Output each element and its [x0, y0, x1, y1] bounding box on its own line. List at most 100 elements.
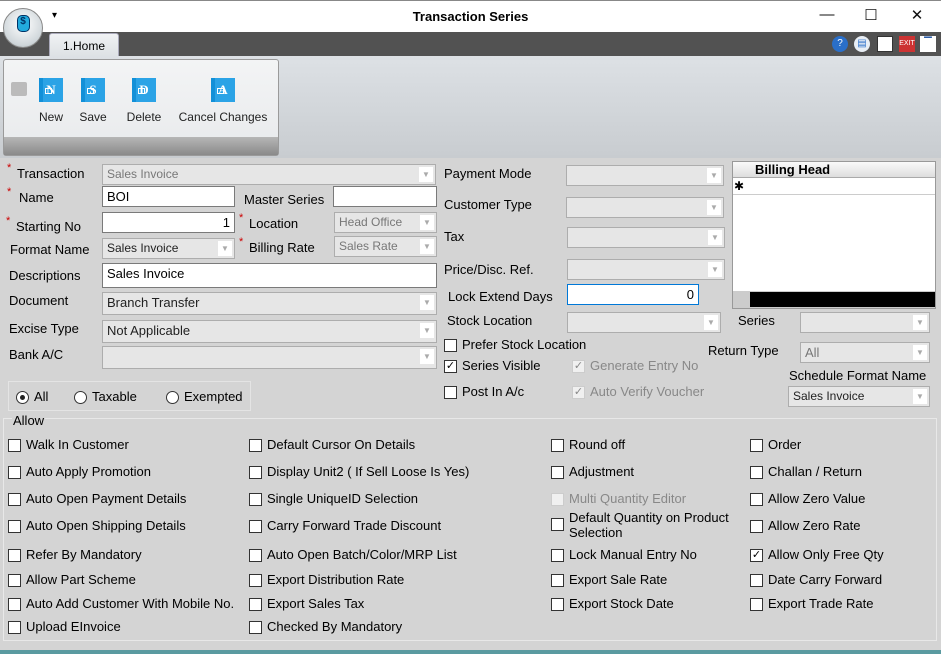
document-select[interactable]: Branch Transfer ▼	[102, 292, 437, 315]
allow-checkbox-single-uniqueid-selection[interactable]: Single UniqueID Selection	[249, 491, 418, 509]
allow-checkbox-auto-add-customer-with-mobile-no[interactable]: Auto Add Customer With Mobile No.	[8, 596, 234, 614]
allow-checkbox-display-unit2-if-sell-loose-is-yes[interactable]: Display Unit2 ( If Sell Loose Is Yes)	[249, 464, 469, 482]
billing-rate-select[interactable]: Sales Rate ▼	[334, 236, 437, 257]
save-button[interactable]: S Save	[76, 78, 110, 124]
allow-checkbox-adjustment[interactable]: Adjustment	[551, 464, 634, 482]
new-button[interactable]: N New	[34, 78, 68, 124]
allow-checkbox-export-stock-date[interactable]: Export Stock Date	[551, 596, 674, 614]
allow-checkbox-default-cursor-on-details[interactable]: Default Cursor On Details	[249, 437, 415, 455]
cancel-changes-button[interactable]: A Cancel Changes	[176, 78, 270, 124]
price-disc-ref-select[interactable]: ▼	[567, 259, 725, 280]
checkbox-label: Export Sale Rate	[569, 572, 668, 587]
quick-access-dropdown[interactable]: ▾	[52, 10, 57, 21]
format-name-select[interactable]: Sales Invoice ▼	[102, 238, 235, 259]
checkbox-icon	[8, 621, 21, 634]
allow-checkbox-auto-open-batch-color-mrp-list[interactable]: Auto Open Batch/Color/MRP List	[249, 547, 457, 565]
minimize-button[interactable]: —	[812, 6, 842, 26]
allow-checkbox-export-sales-tax[interactable]: Export Sales Tax	[249, 596, 364, 614]
checkbox-icon	[249, 574, 262, 587]
allow-checkbox-export-trade-rate[interactable]: Export Trade Rate	[750, 596, 874, 614]
checkbox-label: Auto Open Batch/Color/MRP List	[267, 547, 457, 562]
radio-all[interactable]: All	[16, 389, 48, 407]
chevron-down-icon: ▼	[420, 349, 434, 364]
allow-checkbox-default-quantity-on-product-selection[interactable]: Default Quantity on Product Selection	[551, 510, 731, 540]
billing-rate-label: * Billing Rate	[239, 236, 315, 255]
allow-checkbox-allow-zero-rate[interactable]: Allow Zero Rate	[750, 518, 860, 536]
window-title: Transaction Series	[412, 9, 529, 24]
excise-type-select[interactable]: Not Applicable ▼	[102, 320, 437, 343]
chevron-down-icon: ▼	[218, 241, 232, 256]
prefer-stock-location-checkbox[interactable]: Prefer Stock Location	[444, 337, 586, 355]
checkbox-label: Lock Manual Entry No	[569, 547, 697, 562]
series-visible-checkbox[interactable]: ✓ Series Visible	[444, 358, 541, 376]
allow-checkbox-auto-apply-promotion[interactable]: Auto Apply Promotion	[8, 464, 151, 482]
checkbox-label: Allow Only Free Qty	[768, 547, 884, 562]
allow-checkbox-upload-einvoice[interactable]: Upload EInvoice	[8, 619, 121, 637]
billing-head-grid[interactable]: Billing Head ✱	[732, 161, 936, 309]
minimize-ribbon-icon[interactable]: ▔	[920, 36, 936, 52]
allow-checkbox-allow-part-scheme[interactable]: Allow Part Scheme	[8, 572, 136, 590]
allow-checkbox-allow-only-free-qty[interactable]: ✓ Allow Only Free Qty	[750, 547, 884, 565]
allow-checkbox-date-carry-forward[interactable]: Date Carry Forward	[750, 572, 882, 590]
return-type-select[interactable]: All ▼	[800, 342, 930, 363]
chevron-down-icon: ▼	[913, 345, 927, 360]
report-icon[interactable]	[877, 36, 893, 52]
allow-checkbox-auto-open-payment-details[interactable]: Auto Open Payment Details	[8, 491, 186, 509]
allow-checkbox-walk-in-customer[interactable]: Walk In Customer	[8, 437, 129, 455]
lock-extend-days-input[interactable]: 0	[567, 284, 699, 305]
schedule-format-select[interactable]: Sales Invoice ▼	[788, 386, 930, 407]
allow-checkbox-allow-zero-value[interactable]: Allow Zero Value	[750, 491, 865, 509]
location-select[interactable]: Head Office ▼	[334, 212, 437, 233]
checkbox-label: Export Trade Rate	[768, 596, 874, 611]
allow-checkbox-lock-manual-entry-no[interactable]: Lock Manual Entry No	[551, 547, 697, 565]
transaction-select[interactable]: Sales Invoice ▼	[102, 164, 436, 185]
app-logo[interactable]: $	[3, 8, 43, 48]
checkbox-icon	[249, 621, 262, 634]
payment-mode-select[interactable]: ▼	[566, 165, 724, 186]
bank-ac-label: Bank A/C	[9, 347, 64, 362]
allow-checkbox-auto-open-shipping-details[interactable]: Auto Open Shipping Details	[8, 518, 186, 536]
grid-new-row[interactable]	[733, 179, 935, 195]
series-select[interactable]: ▼	[800, 312, 930, 333]
allow-checkbox-checked-by-mandatory[interactable]: Checked By Mandatory	[249, 619, 402, 637]
stock-location-select[interactable]: ▼	[567, 312, 721, 333]
checkbox-icon	[551, 493, 564, 506]
radio-exempted[interactable]: Exempted	[166, 389, 243, 407]
delete-button[interactable]: D Delete	[122, 78, 166, 124]
tab-home[interactable]: 1.Home	[49, 33, 119, 57]
exit-icon[interactable]: EXIT	[899, 36, 915, 52]
starting-no-input[interactable]: 1	[102, 212, 235, 233]
monitor-icon[interactable]: ▤	[854, 36, 870, 52]
allow-checkbox-export-sale-rate[interactable]: Export Sale Rate	[551, 572, 667, 590]
grid-horizontal-scrollbar[interactable]	[750, 292, 935, 307]
ribbon-tab-bar	[0, 32, 941, 56]
post-in-ac-checkbox[interactable]: Post In A/c	[444, 384, 524, 402]
master-series-input[interactable]	[333, 186, 437, 207]
bank-ac-select[interactable]: ▼	[102, 346, 437, 369]
maximize-button[interactable]: ☐	[856, 6, 886, 26]
radio-taxable[interactable]: Taxable	[74, 389, 137, 407]
checkbox-label: Adjustment	[569, 464, 635, 479]
checkbox-icon	[249, 493, 262, 506]
descriptions-input[interactable]: Sales Invoice	[102, 263, 437, 288]
close-button[interactable]: ✕	[902, 6, 932, 26]
allow-checkbox-round-off[interactable]: Round off	[551, 437, 625, 455]
customer-type-select[interactable]: ▼	[566, 197, 724, 218]
checkbox-label: Refer By Mandatory	[26, 547, 142, 562]
allow-checkbox-refer-by-mandatory[interactable]: Refer By Mandatory	[8, 547, 142, 565]
chevron-down-icon: ▼	[913, 315, 927, 330]
allow-checkbox-challan-return[interactable]: Challan / Return	[750, 464, 862, 482]
checkbox-label: Allow Zero Value	[768, 491, 866, 506]
checkbox-label: Auto Apply Promotion	[26, 464, 152, 479]
name-input[interactable]: BOI	[102, 186, 235, 207]
checkbox-icon	[8, 574, 21, 587]
schedule-format-label: Schedule Format Name	[789, 368, 927, 383]
checkbox-label: Single UniqueID Selection	[267, 491, 419, 506]
grid-column-billing-head[interactable]: Billing Head	[755, 162, 830, 177]
tax-select[interactable]: ▼	[567, 227, 725, 248]
allow-checkbox-order[interactable]: Order	[750, 437, 801, 455]
help-icon[interactable]: ?	[832, 36, 848, 52]
allow-checkbox-multi-quantity-editor: Multi Quantity Editor	[551, 491, 686, 509]
allow-checkbox-carry-forward-trade-discount[interactable]: Carry Forward Trade Discount	[249, 518, 441, 536]
allow-checkbox-export-distribution-rate[interactable]: Export Distribution Rate	[249, 572, 404, 590]
